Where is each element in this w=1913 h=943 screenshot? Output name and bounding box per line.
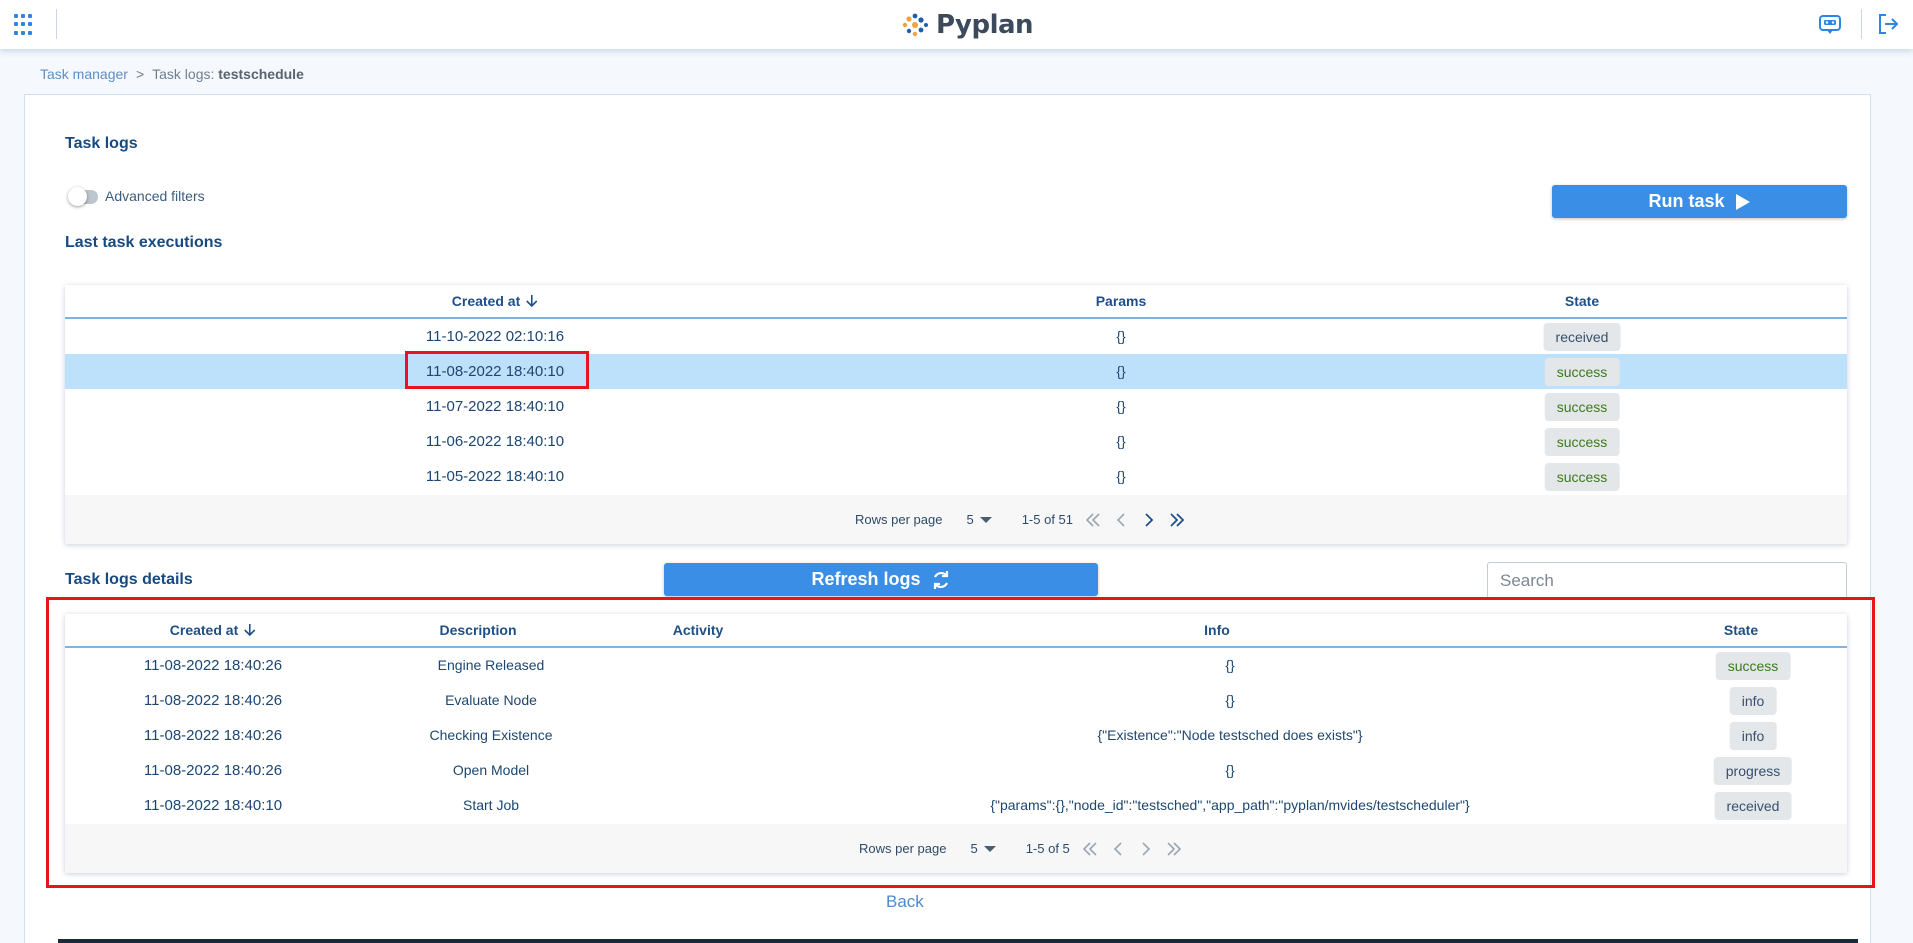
table-header: Created at Params State [65,285,1847,319]
breadcrumb: Task manager > Task logs: testschedule [40,66,304,82]
pyplan-logo-icon [902,13,928,37]
refresh-icon [933,570,948,589]
status-badge: success [1544,463,1620,491]
table-header: Created at Description Activity Info Sta… [65,614,1847,648]
previous-page-icon[interactable] [1107,506,1135,534]
column-state: State [1564,293,1600,309]
apps-grid-icon[interactable] [14,14,36,36]
app-logo: Pyplan [900,9,1034,41]
table-row[interactable]: 11-07-2022 18:40:10 {} success [65,389,1847,424]
breadcrumb-separator: > [135,66,145,82]
next-page-icon[interactable] [1135,506,1163,534]
app-name: Pyplan [936,10,1034,40]
chevron-down-icon [983,845,996,852]
table-row[interactable]: 11-10-2022 02:10:16 {} received [65,319,1847,354]
rows-per-page-label: Rows per page [855,512,943,527]
breadcrumb-task-manager[interactable]: Task manager [40,66,128,82]
table-pagination: Rows per page 5 1-5 of 51 [65,495,1847,544]
column-info: Info [1204,622,1230,638]
table-row[interactable]: 11-08-2022 18:40:10 Start Job {"params":… [65,788,1847,823]
table-row[interactable]: 11-05-2022 18:40:10 {} success [65,459,1847,494]
sort-arrow-down-icon [526,295,538,308]
first-page-icon[interactable] [1076,835,1104,863]
status-badge: success [1544,358,1620,386]
table-row[interactable]: 11-06-2022 18:40:10 {} success [65,424,1847,459]
search-input[interactable] [1487,562,1847,599]
run-task-button[interactable]: Run task [1552,185,1847,218]
pagination-range: 1-5 of 5 [1025,841,1070,856]
column-params: Params [1095,293,1147,309]
first-page-icon[interactable] [1079,506,1107,534]
advanced-filters-label: Advanced filters [105,188,205,204]
rows-per-page-select[interactable]: 5 [966,512,992,527]
breadcrumb-current-name: testschedule [218,66,304,82]
last-page-icon[interactable] [1163,506,1191,534]
column-activity: Activity [672,622,724,638]
header-divider [1861,9,1862,39]
status-badge: received [1543,323,1621,351]
back-link[interactable]: Back [886,892,924,912]
column-description: Description [439,622,517,638]
details-title: Task logs details [65,571,193,588]
column-created-at[interactable]: Created at [452,293,538,309]
table-row[interactable]: 11-08-2022 18:40:26 Checking Existence {… [65,718,1847,753]
next-page-icon[interactable] [1132,835,1160,863]
breadcrumb-current: Task logs: testschedule [152,66,304,82]
status-badge: received [1714,792,1792,820]
top-header: Pyplan [0,0,1913,49]
assistant-bot-icon[interactable] [1818,13,1842,35]
refresh-logs-label: Refresh logs [811,569,921,589]
run-task-label: Run task [1648,191,1725,211]
column-created-at[interactable]: Created at [170,622,256,638]
last-executions-title: Last task executions [65,234,223,251]
table-row-selected[interactable]: 11-08-2022 18:40:10 {} success [65,354,1847,389]
table-row[interactable]: 11-08-2022 18:40:26 Engine Released {} s… [65,648,1847,683]
page-title: Task logs [65,135,138,152]
header-divider [56,9,57,39]
sort-arrow-down-icon [244,624,256,637]
breadcrumb-current-prefix: Task logs: [152,66,215,82]
status-badge: info [1729,722,1777,750]
last-page-icon[interactable] [1160,835,1188,863]
advanced-filters-toggle[interactable] [68,187,98,206]
rows-per-page-label: Rows per page [859,841,947,856]
previous-page-icon[interactable] [1104,835,1132,863]
status-badge: success [1544,428,1620,456]
status-badge: success [1544,393,1620,421]
pagination-range: 1-5 of 51 [1021,512,1074,527]
task-log-details-table: Created at Description Activity Info Sta… [65,614,1847,873]
status-badge: info [1729,687,1777,715]
refresh-logs-button[interactable]: Refresh logs [664,563,1098,596]
table-row[interactable]: 11-08-2022 18:40:26 Open Model {} progre… [65,753,1847,788]
status-badge: success [1715,652,1791,680]
chevron-down-icon [979,516,992,523]
table-pagination: Rows per page 5 1-5 of 5 [65,824,1847,873]
play-icon [1735,193,1750,210]
column-state: State [1723,622,1759,638]
rows-per-page-select[interactable]: 5 [970,841,996,856]
executions-table: Created at Params State 11-10-2022 02:10… [65,285,1847,544]
table-row[interactable]: 11-08-2022 18:40:26 Evaluate Node {} inf… [65,683,1847,718]
logout-icon[interactable] [1876,12,1900,36]
status-badge: progress [1713,757,1793,785]
bottom-edge-bar [58,939,1858,943]
